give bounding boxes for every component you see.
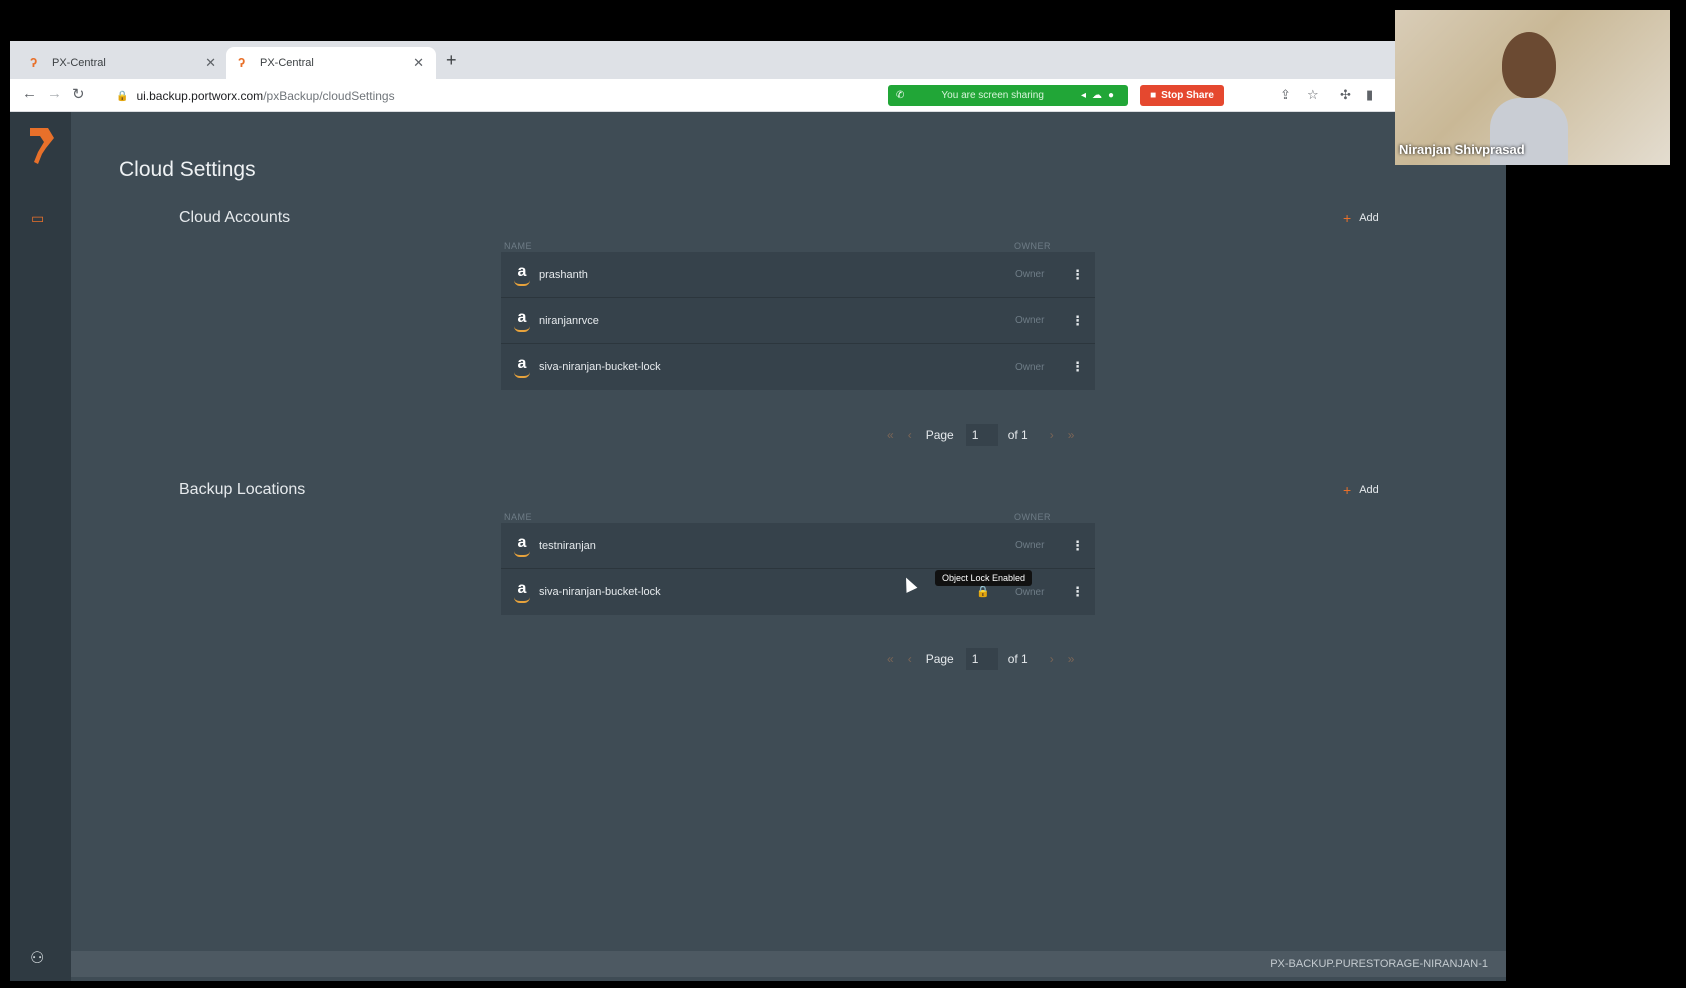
phone-icon: ✆ xyxy=(896,90,905,101)
more-options-icon[interactable]: ⋮ xyxy=(1071,538,1084,554)
prev-page-icon[interactable]: ‹ xyxy=(908,652,912,666)
stop-share-button[interactable]: ■ Stop Share xyxy=(1140,85,1224,106)
add-cloud-account-button[interactable]: + Add xyxy=(1343,210,1379,226)
next-page-icon[interactable]: › xyxy=(1050,428,1054,442)
more-options-icon[interactable]: ⋮ xyxy=(1071,313,1084,329)
portworx-favicon-icon: ʔ xyxy=(30,55,38,70)
add-label: Add xyxy=(1359,484,1379,496)
participant-name: Niranjan Shivprasad xyxy=(1399,142,1525,157)
table-row[interactable]: a siva-niranjan-bucket-lock Owner ⋮ xyxy=(501,344,1095,390)
add-backup-location-button[interactable]: + Add xyxy=(1343,482,1379,498)
url-host: ui.backup.portworx.com xyxy=(136,89,264,103)
page-label: Page xyxy=(925,652,954,666)
next-page-icon[interactable]: › xyxy=(1050,652,1054,666)
tab-title: PX-Central xyxy=(52,57,106,69)
owner-label: Owner xyxy=(1015,586,1045,598)
share-status-icons: ◂☁● xyxy=(1080,90,1120,101)
sidepanel-icon[interactable]: ▮ xyxy=(1366,87,1373,103)
page-title: Cloud Settings xyxy=(119,158,256,181)
plus-icon: + xyxy=(1343,210,1352,226)
first-page-icon[interactable]: « xyxy=(887,652,894,666)
table-row[interactable]: a niranjanrvce Owner ⋮ xyxy=(501,298,1095,344)
page-total: of 1 xyxy=(1007,428,1028,442)
tab-title: PX-Central xyxy=(260,57,314,69)
lock-icon: 🔒 xyxy=(116,90,129,102)
aws-icon: a xyxy=(513,264,531,286)
new-tab-icon[interactable]: + xyxy=(446,50,457,71)
stop-icon: ■ xyxy=(1150,90,1157,101)
screen-share-text: You are screen sharing xyxy=(941,90,1044,101)
browser-toolbar: ← → ↻ 🔒 ui.backup.portworx.com/pxBackup/… xyxy=(10,79,1506,112)
owner-label: Owner xyxy=(1015,361,1045,373)
account-name: prashanth xyxy=(539,268,588,281)
cloud-accounts-list: a prashanth Owner ⋮ a niranjanrvce Owner… xyxy=(501,252,1095,390)
object-lock-icon[interactable]: 🔒 xyxy=(976,585,990,598)
last-page-icon[interactable]: » xyxy=(1068,428,1075,442)
sidebar: ▭ ⚇ xyxy=(10,112,71,981)
account-name: siva-niranjan-bucket-lock xyxy=(539,361,661,373)
plus-icon: + xyxy=(1343,482,1352,498)
tab-px-central-1[interactable]: ʔ PX-Central ✕ xyxy=(18,47,228,79)
aws-icon: a xyxy=(513,535,531,557)
column-header-name: NAME xyxy=(504,512,533,522)
page-label: Page xyxy=(925,428,954,442)
back-icon[interactable]: ← xyxy=(22,85,37,102)
column-header-owner: OWNER xyxy=(1014,241,1051,251)
video-participant-tile: Niranjan Shivprasad xyxy=(1395,10,1670,165)
app: ▭ ⚇ Cloud Settings Cloud Accounts + Add … xyxy=(10,112,1506,981)
prev-page-icon[interactable]: ‹ xyxy=(908,428,912,442)
object-lock-tooltip: Object Lock Enabled xyxy=(935,570,1033,586)
backup-locations-pagination: « ‹ Page of 1 › » xyxy=(887,648,1097,670)
close-icon[interactable]: ✕ xyxy=(205,55,216,71)
backup-locations-title: Backup Locations xyxy=(179,481,306,498)
backup-locations-list: a testniranjan Owner ⋮ a siva-niranjan-b… xyxy=(501,523,1095,615)
tab-px-central-2[interactable]: ʔ PX-Central ✕ xyxy=(226,47,436,79)
aws-icon: a xyxy=(513,356,531,378)
more-options-icon[interactable]: ⋮ xyxy=(1071,359,1084,375)
column-header-name: NAME xyxy=(504,241,533,251)
extensions-icon[interactable]: ✣ xyxy=(1340,87,1351,103)
page-number-input[interactable] xyxy=(965,648,998,670)
cluster-name: PX-BACKUP.PURESTORAGE-NIRANJAN-1 xyxy=(1270,958,1488,970)
last-page-icon[interactable]: » xyxy=(1068,652,1075,666)
bookmark-star-icon[interactable]: ☆ xyxy=(1307,87,1319,103)
table-row[interactable]: a prashanth Owner ⋮ xyxy=(501,252,1095,298)
location-name: siva-niranjan-bucket-lock xyxy=(539,586,661,598)
add-label: Add xyxy=(1359,212,1379,224)
url-path: /pxBackup/cloudSettings xyxy=(263,89,395,103)
close-icon[interactable]: ✕ xyxy=(413,55,424,71)
forward-icon[interactable]: → xyxy=(47,85,62,102)
browser-window: ʔ PX-Central ✕ ʔ PX-Central ✕ + ← → ↻ 🔒 … xyxy=(10,41,1506,981)
more-options-icon[interactable]: ⋮ xyxy=(1071,584,1084,600)
column-header-owner: OWNER xyxy=(1014,512,1051,522)
owner-label: Owner xyxy=(1015,269,1045,280)
tab-bar: ʔ PX-Central ✕ ʔ PX-Central ✕ + xyxy=(10,41,1506,79)
address-bar[interactable]: 🔒 ui.backup.portworx.com/pxBackup/cloudS… xyxy=(116,86,395,106)
owner-label: Owner xyxy=(1015,540,1045,551)
footer-bar: PX-BACKUP.PURESTORAGE-NIRANJAN-1 xyxy=(71,951,1506,977)
reload-icon[interactable]: ↻ xyxy=(72,85,85,103)
portworx-favicon-icon: ʔ xyxy=(238,55,246,70)
cloud-accounts-pagination: « ‹ Page of 1 › » xyxy=(887,424,1097,446)
owner-label: Owner xyxy=(1015,315,1045,326)
account-name: niranjanrvce xyxy=(539,314,599,327)
portworx-logo-icon[interactable] xyxy=(26,126,56,166)
page-number-input[interactable] xyxy=(965,424,998,446)
screen-share-banner: ✆ You are screen sharing ◂☁● xyxy=(888,85,1128,106)
share-icon[interactable]: ⇪ xyxy=(1280,87,1291,103)
cloud-accounts-title: Cloud Accounts xyxy=(179,209,291,226)
page-total: of 1 xyxy=(1007,652,1028,666)
backup-nav-icon[interactable]: ▭ xyxy=(31,210,51,226)
aws-icon: a xyxy=(513,310,531,332)
table-row[interactable]: a testniranjan Owner ⋮ xyxy=(501,523,1095,569)
stop-share-label: Stop Share xyxy=(1161,90,1214,101)
aws-icon: a xyxy=(513,581,531,603)
more-options-icon[interactable]: ⋮ xyxy=(1071,267,1084,283)
first-page-icon[interactable]: « xyxy=(887,428,894,442)
screen: ʔ PX-Central ✕ ʔ PX-Central ✕ + ← → ↻ 🔒 … xyxy=(0,0,1686,988)
user-icon[interactable]: ⚇ xyxy=(30,948,44,968)
location-name: testniranjan xyxy=(539,539,596,552)
